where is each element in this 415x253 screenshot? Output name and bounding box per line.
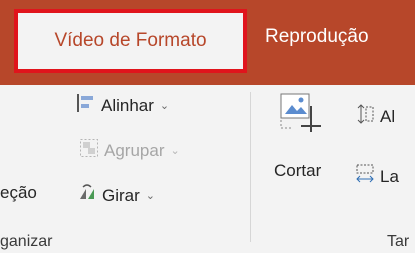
rotate-label: Girar xyxy=(102,185,140,205)
align-button[interactable]: Alinhar ⌄ xyxy=(76,93,169,118)
width-label: La xyxy=(380,166,399,186)
align-label: Alinhar xyxy=(101,95,154,115)
chevron-down-icon: ⌄ xyxy=(145,190,155,202)
rotate-icon xyxy=(77,183,97,208)
ribbon-tab-bar: Vídeo de Formato Reprodução xyxy=(0,0,415,85)
crop-label: Cortar xyxy=(274,161,322,180)
selection-pane-label: eção xyxy=(0,183,37,202)
arrange-group-label: ganizar xyxy=(0,233,53,250)
selection-pane-button[interactable]: eção xyxy=(0,183,37,203)
tab-playback[interactable]: Reprodução xyxy=(265,26,369,48)
align-icon xyxy=(76,93,96,118)
group-icon xyxy=(79,138,99,163)
ribbon-panel xyxy=(0,85,415,253)
group-separator xyxy=(250,92,251,242)
tab-video-format-label: Vídeo de Formato xyxy=(54,30,207,51)
chevron-down-icon: ⌄ xyxy=(159,100,170,112)
crop-icon xyxy=(279,92,323,145)
width-icon xyxy=(355,163,375,190)
size-group-label: Tar xyxy=(387,233,410,250)
crop-button[interactable]: Cortar xyxy=(274,161,321,181)
tab-video-format[interactable]: Vídeo de Formato xyxy=(14,9,247,73)
chevron-down-icon: ⌄ xyxy=(170,145,180,157)
width-field[interactable]: La xyxy=(355,163,399,190)
group-button[interactable]: Agrupar ⌄ xyxy=(79,138,180,163)
height-field[interactable]: Al xyxy=(355,103,395,130)
height-label: Al xyxy=(380,106,396,126)
height-icon xyxy=(355,103,375,130)
group-label: Agrupar xyxy=(104,140,165,160)
rotate-button[interactable]: Girar ⌄ xyxy=(77,183,155,208)
